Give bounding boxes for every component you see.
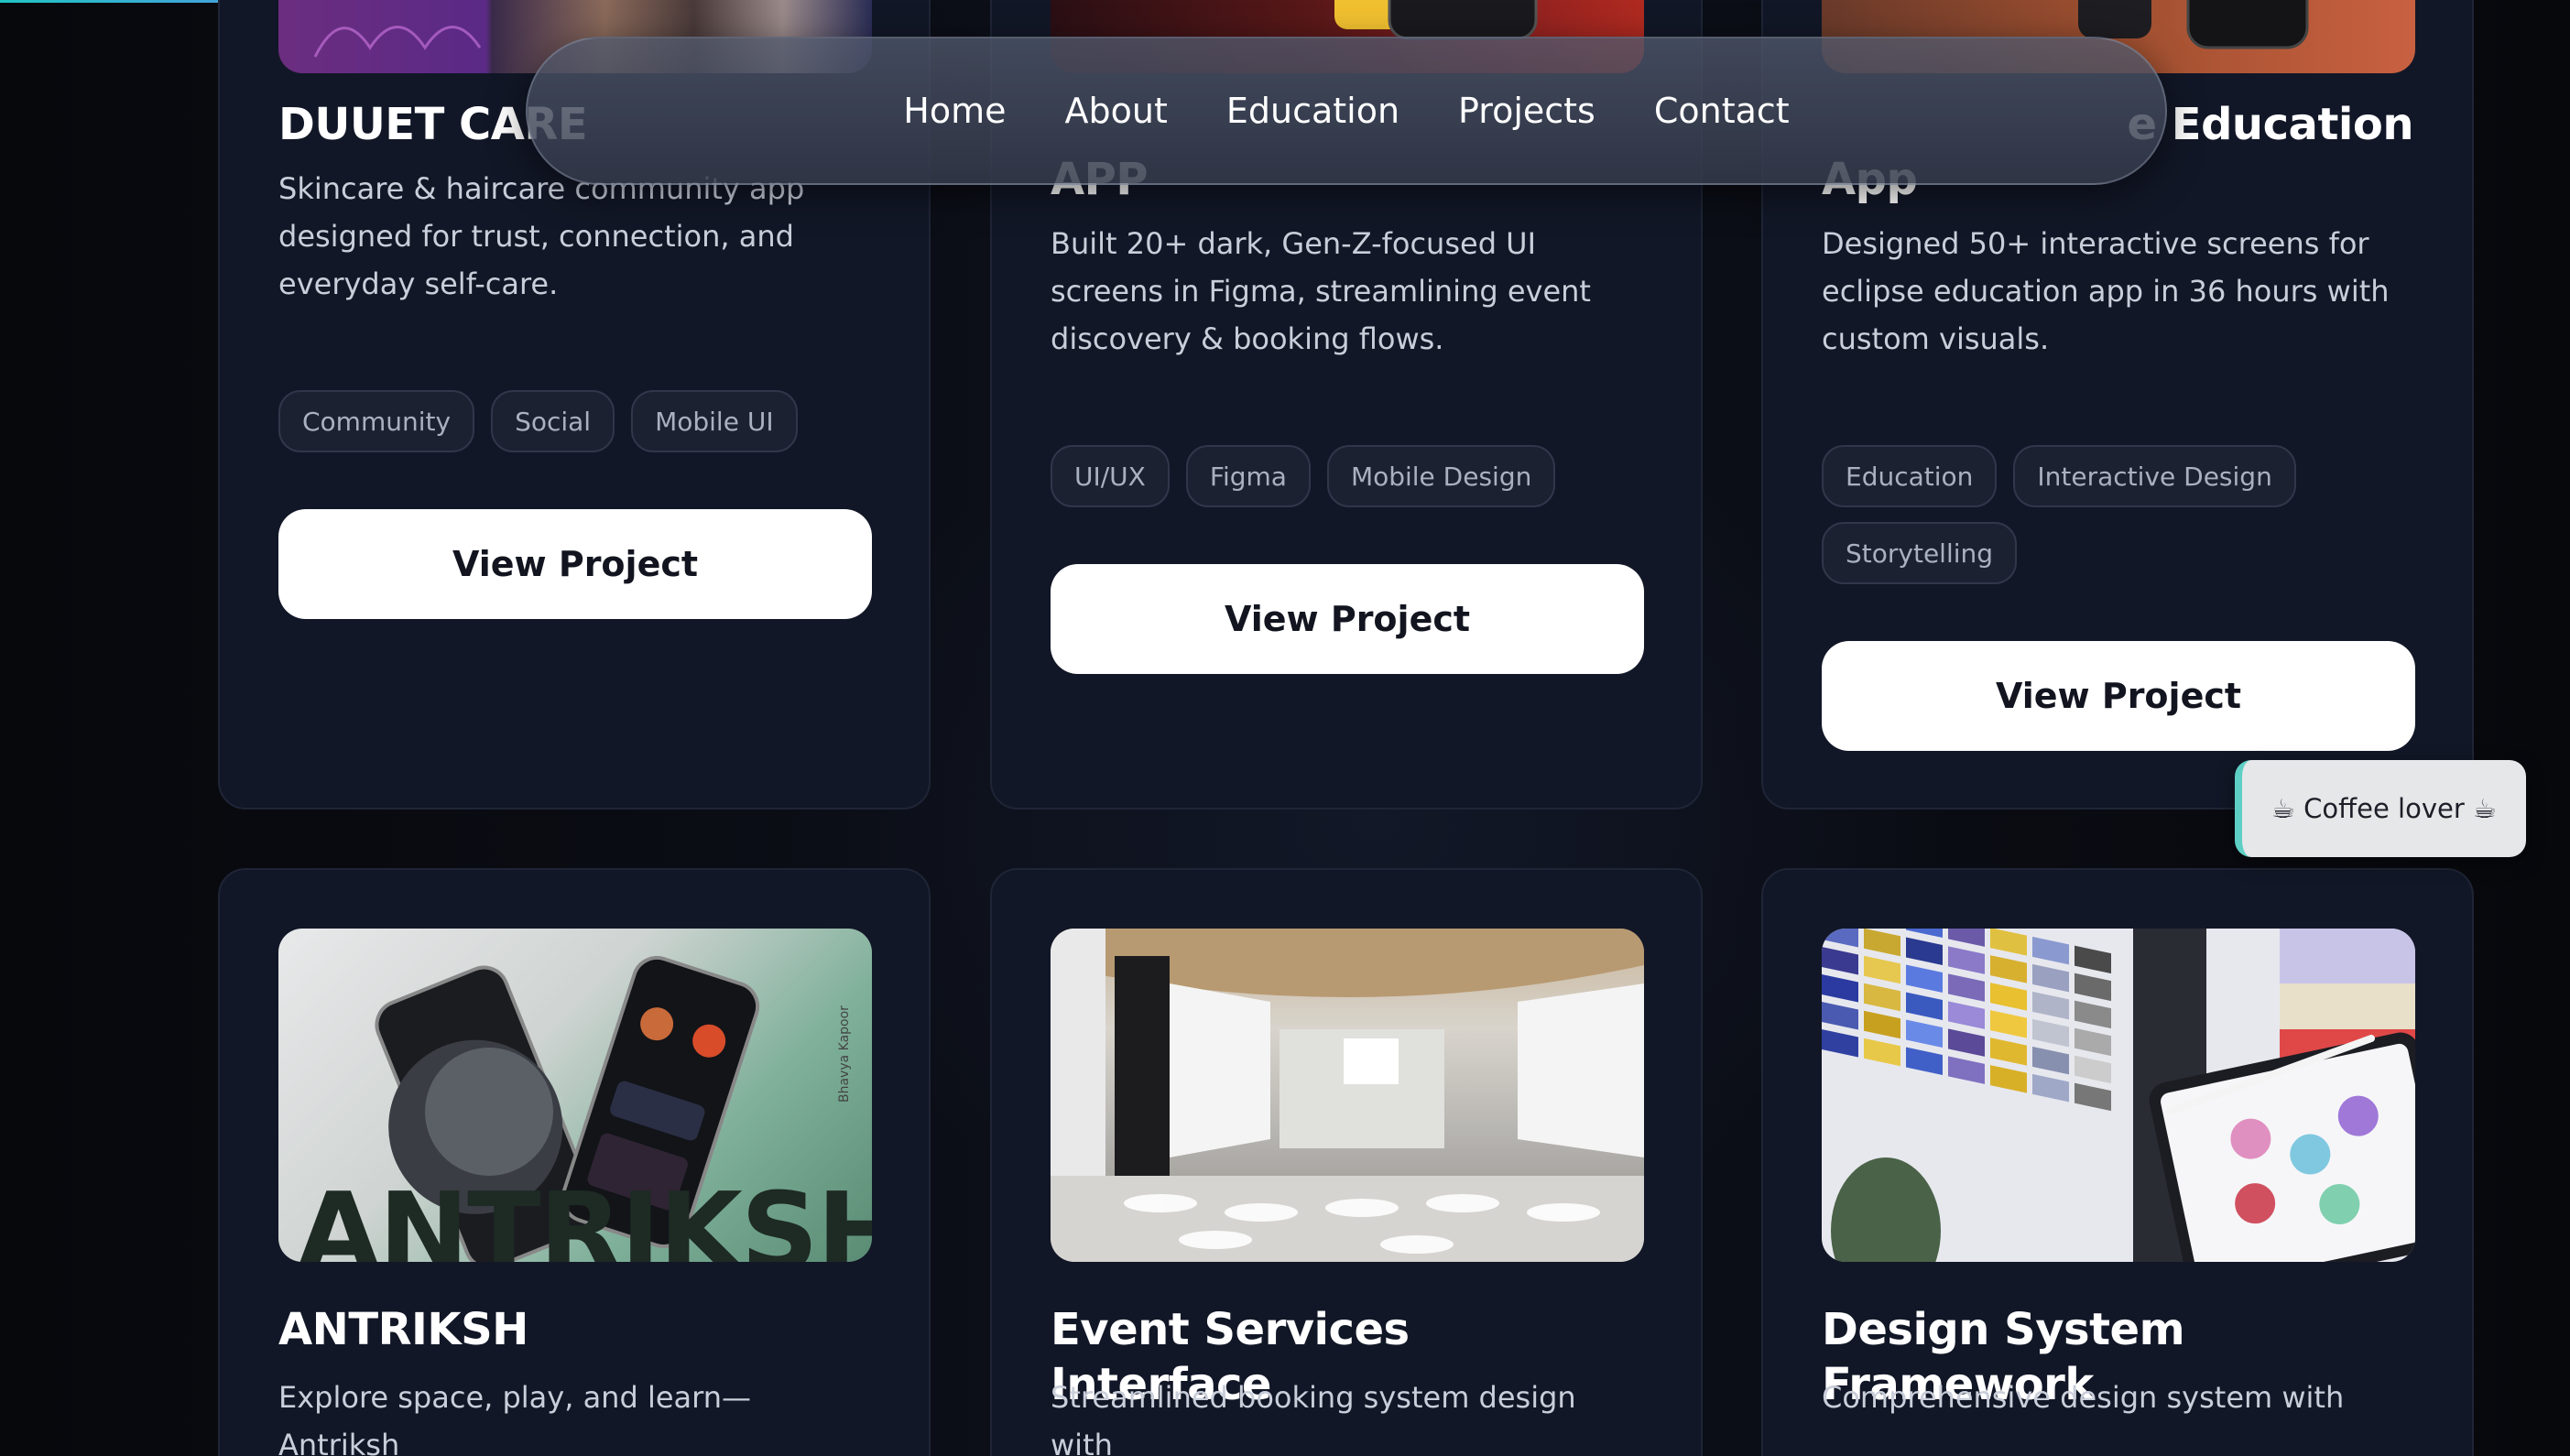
tag: Figma xyxy=(1185,445,1311,507)
nav-link-education[interactable]: Education xyxy=(1226,91,1399,131)
project-title: ANTRIKSH xyxy=(278,1304,528,1355)
view-project-button[interactable]: View Project xyxy=(278,509,872,619)
project-image-antriksh: ANTRIKSH Bhavya Kapoor xyxy=(278,929,872,1262)
project-description: Skincare & haircare community app design… xyxy=(278,171,805,301)
nav-link-contact[interactable]: Contact xyxy=(1654,91,1790,131)
nav-link-projects[interactable]: Projects xyxy=(1458,91,1595,131)
antriksh-logo-text: ANTRIKSH xyxy=(297,1168,872,1262)
project-card-event-services: Event Services Interface Streamlined boo… xyxy=(990,868,1703,1456)
nav-link-home[interactable]: Home xyxy=(903,91,1006,131)
tag: UI/UX xyxy=(1051,445,1170,507)
project-description: Explore space, play, and learn—Antriksh xyxy=(278,1380,751,1456)
project-card-design-system: Design System Framework Comprehensive de… xyxy=(1761,868,2474,1456)
coffee-lover-badge: ☕ Coffee lover ☕ xyxy=(2235,760,2526,857)
view-project-button[interactable]: View Project xyxy=(1051,564,1644,674)
project-title: e Education xyxy=(2127,99,2414,150)
project-image-design-system xyxy=(1822,929,2415,1262)
project-image-event-services xyxy=(1051,929,1644,1262)
main-navigation: Home About Education Projects Contact xyxy=(526,37,2167,185)
project-description: Designed 50+ interactive screens for ecl… xyxy=(1822,226,2390,356)
badge-text: ☕ Coffee lover ☕ xyxy=(2271,793,2498,824)
nav-link-about[interactable]: About xyxy=(1065,91,1168,131)
project-tags: Community Social Mobile UI xyxy=(278,390,892,452)
tag: Interactive Design xyxy=(2013,445,2296,507)
tag: Mobile Design xyxy=(1326,445,1556,507)
tag: Community xyxy=(278,390,475,452)
tag: Social xyxy=(491,390,615,452)
author-signature: Bhavya Kapoor xyxy=(837,1005,852,1103)
view-project-button[interactable]: View Project xyxy=(1822,641,2415,751)
tag: Mobile UI xyxy=(631,390,798,452)
project-tags: UI/UX Figma Mobile Design xyxy=(1051,445,1664,507)
project-tags: Education Interactive Design Storytellin… xyxy=(1822,445,2435,584)
tag: Storytelling xyxy=(1822,522,2018,584)
project-description: Built 20+ dark, Gen-Z-focused UI screens… xyxy=(1051,226,1591,356)
project-description: Streamlined booking system design with xyxy=(1051,1380,1576,1456)
tag: Education xyxy=(1822,445,1998,507)
project-description: Comprehensive design system with xyxy=(1822,1380,2345,1415)
project-card-antriksh: ANTRIKSH Bhavya Kapoor ANTRIKSH Explore … xyxy=(218,868,931,1456)
